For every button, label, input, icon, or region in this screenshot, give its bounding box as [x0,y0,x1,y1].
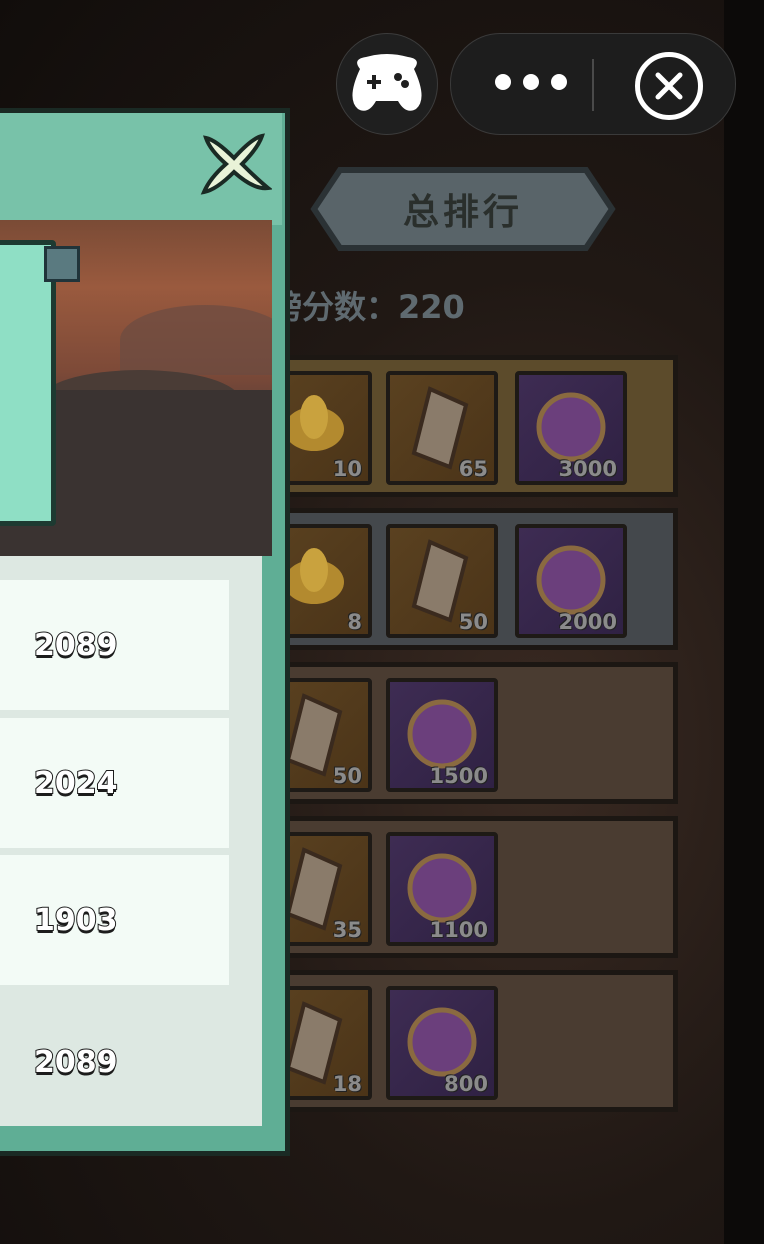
reward-item-orb[interactable]: 1500 [386,678,498,792]
gamepad-button[interactable] [336,33,438,135]
close-circle-icon[interactable] [635,52,703,120]
reward-row: 18 800 [260,970,678,1112]
item-quantity: 800 [444,1072,488,1096]
flag-icon [44,246,80,282]
score-value: 1903 [33,902,119,939]
reward-item-orb[interactable]: 2000 [515,524,627,638]
capsule-divider [592,59,594,111]
reward-row: 10 65 3000 [260,355,678,497]
reward-row: 8 50 2000 [260,508,678,650]
item-quantity: 65 [458,457,488,481]
mini-program-capsule [450,33,736,135]
item-quantity: 1100 [429,918,488,942]
more-dots-icon[interactable] [495,74,567,94]
reward-item-orb[interactable]: 3000 [515,371,627,485]
score-value: 2024 [33,765,119,802]
reward-row: 35 1100 [260,816,678,958]
score-row: 1903 [0,855,229,985]
score-row: 2089 [0,580,229,710]
score-value: 2089 [33,627,119,664]
tab-total-ranking[interactable]: 总排行 [310,166,616,252]
score-row: 2024 [0,718,229,848]
item-quantity: 3000 [558,457,617,481]
item-quantity: 10 [332,457,362,481]
item-quantity: 8 [347,610,362,634]
reward-item-orb[interactable]: 800 [386,986,498,1100]
score-list: 2089 2024 1903 2089 [0,556,262,1126]
item-quantity: 50 [458,610,488,634]
reward-item-talisman[interactable]: 65 [386,371,498,485]
score-value: 2089 [33,1044,119,1081]
item-quantity: 1500 [429,764,488,788]
dialog-illustration [0,220,272,556]
tab-total-label: 总排行 [402,192,523,233]
close-x-icon[interactable] [196,128,273,200]
gamepad-icon [352,54,422,111]
score-row: 2089 [0,997,229,1127]
book-illustration [0,240,56,526]
leaderboard-score: 榜分数：220 [270,288,465,326]
reward-item-orb[interactable]: 1100 [386,832,498,946]
item-quantity: 35 [332,918,362,942]
item-quantity: 18 [332,1072,362,1096]
reward-item-talisman[interactable]: 50 [386,524,498,638]
item-quantity: 2000 [558,610,617,634]
item-quantity: 50 [332,764,362,788]
reward-row: 50 1500 [260,662,678,804]
